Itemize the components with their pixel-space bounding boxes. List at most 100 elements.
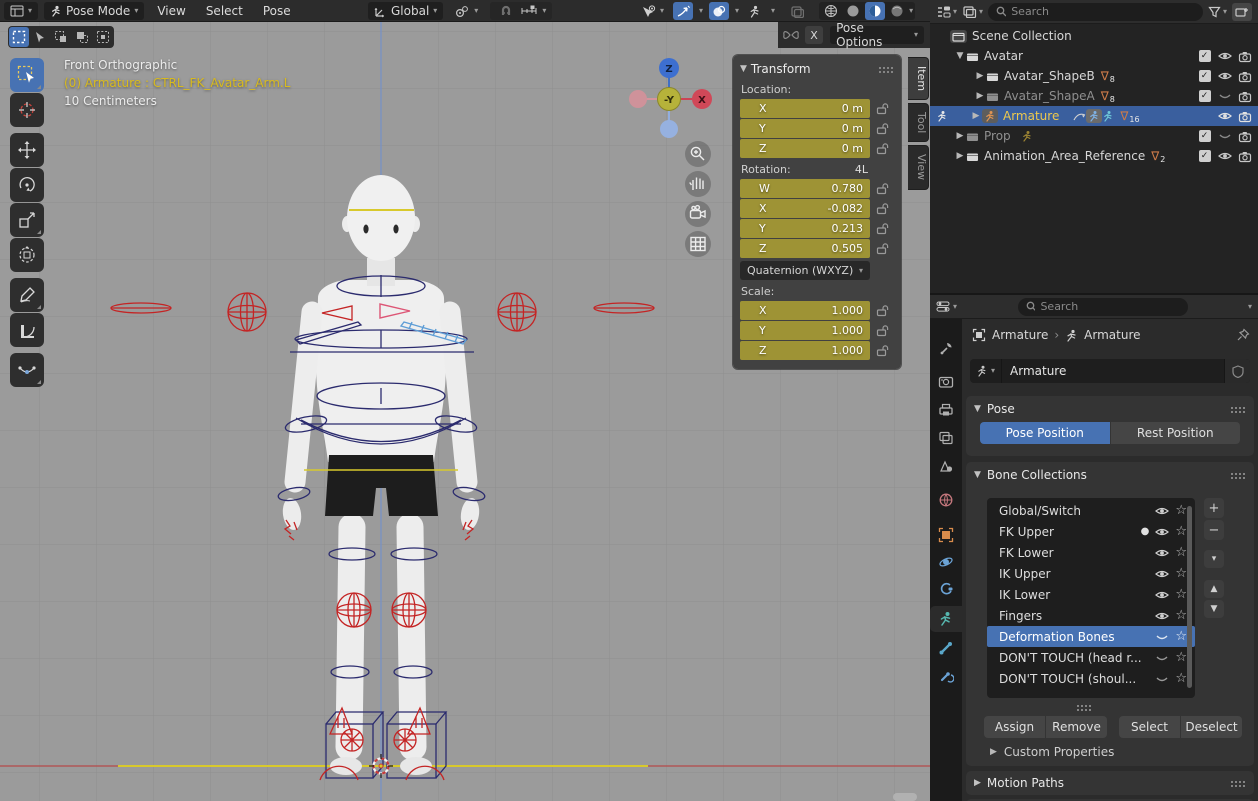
eye-icon[interactable] (1155, 547, 1169, 559)
gizmo-toggle[interactable] (673, 2, 693, 20)
viewport-scrollbar[interactable] (893, 793, 917, 801)
eye-icon[interactable] (1155, 526, 1169, 538)
motion-paths-panel[interactable]: ▶ Motion Paths (966, 771, 1254, 795)
tab-view-layer[interactable] (930, 425, 962, 451)
drag-handle-icon[interactable] (878, 66, 894, 73)
tab-bone-constraints[interactable] (930, 663, 962, 689)
star-icon[interactable]: ☆ (1175, 567, 1187, 580)
outliner-editor-button[interactable]: ▾ (936, 5, 957, 18)
mirror-x-toggle[interactable]: X (805, 26, 823, 44)
lock-icon[interactable] (870, 304, 894, 317)
star-icon[interactable]: ☆ (1175, 546, 1187, 559)
scale-y-field[interactable]: Y1.000 (740, 321, 870, 340)
exclude-checkbox[interactable]: ✓ (1197, 150, 1212, 162)
custom-properties-subpanel[interactable]: ▶ Custom Properties (990, 745, 1114, 759)
move-up-button[interactable]: ▲ (1204, 580, 1224, 598)
eye-icon[interactable] (1155, 505, 1169, 517)
row-prop[interactable]: ▶ Prop ✓ (930, 126, 1258, 146)
lock-icon[interactable] (870, 222, 894, 235)
row-avatar-shapeb[interactable]: ▶ Avatar_ShapeB ∇8 ✓ (930, 66, 1258, 86)
eye-closed-icon[interactable] (1217, 130, 1232, 142)
drag-handle-icon[interactable] (1230, 780, 1246, 787)
assign-button[interactable]: Assign (984, 716, 1045, 738)
bone-collection-row[interactable]: Global/Switch ☆ (987, 500, 1195, 521)
scale-x-field[interactable]: X1.000 (740, 301, 870, 320)
tab-world[interactable] (930, 487, 962, 513)
render-region-icon[interactable] (787, 2, 807, 20)
camera-icon[interactable] (1237, 90, 1252, 103)
gizmo-neg-x-axis[interactable] (629, 90, 647, 108)
eye-closed-icon[interactable] (1155, 673, 1169, 685)
location-y-field[interactable]: Y0 m (740, 119, 870, 138)
drag-handle-icon[interactable] (1230, 406, 1246, 413)
bone-collection-row[interactable]: DON'T TOUCH (head r... ☆ (987, 647, 1195, 668)
mirror-butterfly-icon[interactable] (782, 28, 800, 42)
filter-button[interactable]: ▾ (1208, 6, 1227, 18)
rotation-w-field[interactable]: W0.780 (740, 179, 870, 198)
datablock-type-button[interactable]: ▾ (970, 359, 1002, 383)
bone-collection-row[interactable]: FK Lower ☆ (987, 542, 1195, 563)
lock-icon[interactable] (870, 122, 894, 135)
chevron-down-icon[interactable]: ▾ (735, 7, 739, 15)
select-circle[interactable] (51, 27, 71, 47)
zoom-button[interactable] (685, 141, 711, 167)
lock-icon[interactable] (870, 344, 894, 357)
tab-object[interactable] (930, 522, 962, 548)
select-box-active[interactable] (9, 27, 29, 47)
camera-icon[interactable] (1237, 150, 1252, 163)
fake-user-shield-button[interactable] (1224, 359, 1250, 383)
eye-closed-icon[interactable] (1217, 90, 1232, 102)
tool-transform[interactable] (10, 238, 44, 272)
eye-icon[interactable] (1217, 150, 1232, 162)
add-collection-button[interactable]: + (1204, 498, 1224, 518)
row-armature-selected[interactable]: ▶ Armature ∇16 (930, 106, 1258, 126)
camera-view-button[interactable] (685, 201, 711, 227)
tab-bone[interactable] (930, 635, 962, 661)
tool-rotate[interactable] (10, 168, 44, 202)
tool-select-box[interactable] (10, 58, 44, 92)
pose-options-dropdown[interactable]: Pose Options ▾ (830, 26, 924, 44)
eye-icon[interactable] (1217, 110, 1232, 122)
tab-tool[interactable] (930, 335, 962, 361)
gizmo-neg-z-axis[interactable] (660, 120, 678, 138)
specials-menu-button[interactable]: ▾ (1204, 550, 1224, 568)
rotation-x-field[interactable]: X-0.082 (740, 199, 870, 218)
deselect-button[interactable]: Deselect (1181, 716, 1242, 738)
eye-icon[interactable] (1155, 610, 1169, 622)
chevron-down-icon[interactable]: ▾ (699, 7, 703, 15)
expand-chevron-icon[interactable]: ▶ (970, 111, 982, 121)
collapse-chevron-icon[interactable]: ▼ (740, 64, 747, 74)
expand-chevron-icon[interactable]: ▶ (954, 131, 966, 141)
lock-icon[interactable] (870, 182, 894, 195)
show-gizmo-dropdown[interactable]: ▾ (638, 2, 667, 20)
tab-render[interactable] (930, 369, 962, 395)
snap-target-icon[interactable] (520, 5, 538, 17)
bone-collection-row[interactable]: DON'T TOUCH (shoul... ☆ (987, 668, 1195, 689)
row-scene-collection[interactable]: Scene Collection (930, 26, 1258, 46)
tool-annotate[interactable] (10, 278, 44, 312)
outliner-search-input[interactable] (1011, 5, 1195, 18)
star-icon[interactable]: ☆ (1175, 525, 1187, 538)
chevron-down-icon[interactable]: ▾ (909, 7, 913, 15)
bone-collection-row[interactable]: IK Upper ☆ (987, 563, 1195, 584)
scale-z-field[interactable]: Z1.000 (740, 341, 870, 360)
move-down-button[interactable]: ▼ (1204, 600, 1224, 618)
new-collection-button[interactable] (1232, 3, 1252, 21)
location-z-field[interactable]: Z0 m (740, 139, 870, 158)
menu-pose[interactable]: Pose (256, 0, 298, 22)
datablock-name-field[interactable]: ▾ Armature (970, 359, 1250, 383)
tab-object-data-armature[interactable] (930, 606, 962, 632)
shading-material-icon[interactable] (865, 2, 885, 20)
overlays-toggle[interactable] (709, 2, 729, 20)
pan-hand-button[interactable] (685, 171, 711, 197)
lock-icon[interactable] (870, 142, 894, 155)
list-resize-handle[interactable] (1076, 704, 1092, 711)
collapse-chevron-icon[interactable]: ▼ (974, 404, 981, 414)
star-icon[interactable]: ☆ (1175, 672, 1187, 685)
tab-tool[interactable]: Tool (908, 103, 929, 142)
star-icon[interactable]: ☆ (1175, 588, 1187, 601)
camera-icon[interactable] (1237, 110, 1252, 123)
grid-ortho-button[interactable] (685, 231, 711, 257)
properties-editor-button[interactable]: ▾ (936, 300, 957, 313)
eye-closed-icon[interactable] (1155, 652, 1169, 664)
